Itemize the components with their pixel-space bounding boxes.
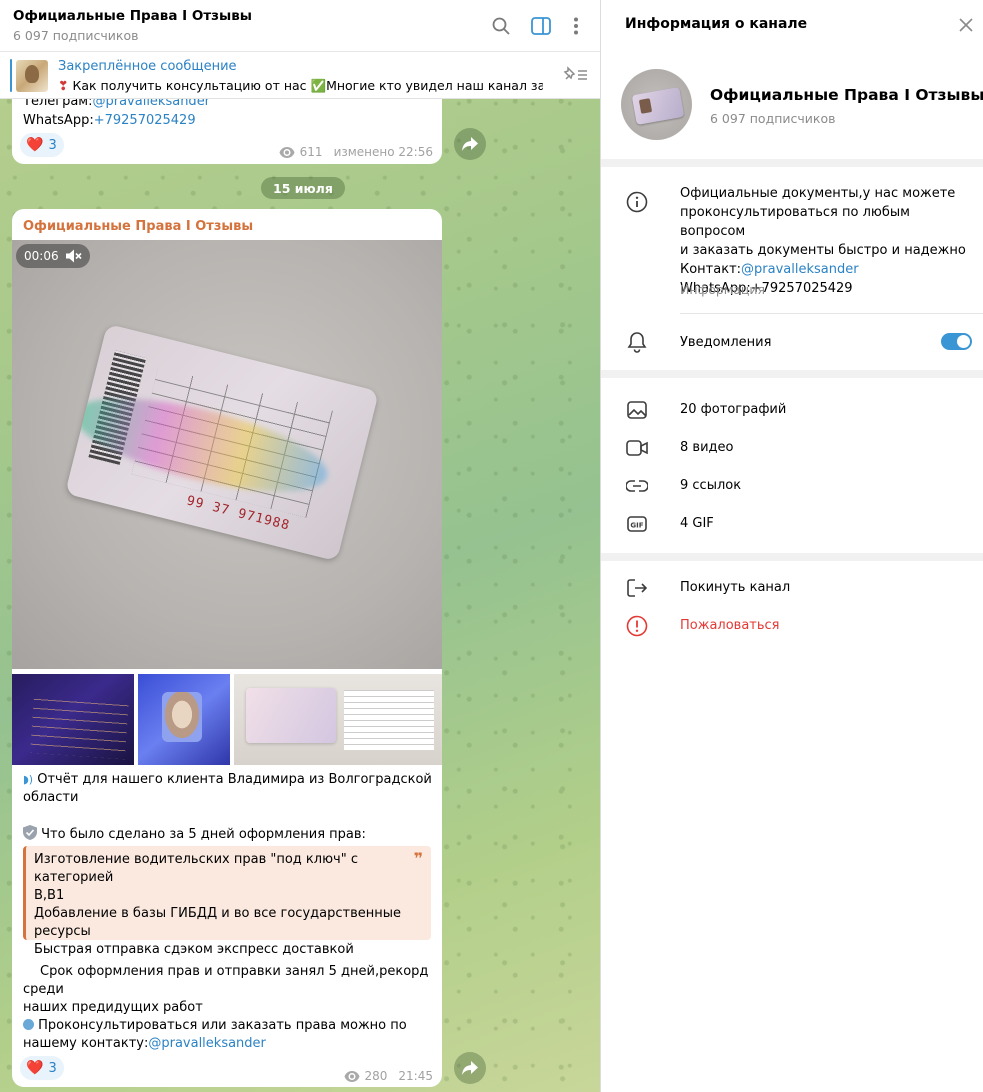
pinned-indicator — [10, 59, 12, 92]
gif-icon: GIF — [625, 512, 649, 536]
media-gifs[interactable]: 4 GIF — [680, 516, 714, 531]
quote-line: Добавление в базы ГИБДД и во все государ… — [34, 906, 401, 921]
forward-arrow-icon — [462, 1061, 478, 1075]
message-bubble[interactable]: Официальные Права I Отзывы 99 37 971988 … — [12, 209, 442, 1087]
views-eye-icon — [279, 146, 295, 158]
photo-thumbnail[interactable] — [12, 674, 134, 765]
phone-link[interactable]: +79257025429 — [94, 113, 196, 128]
views-count: 280 — [364, 1069, 388, 1083]
forward-arrow-icon — [462, 137, 478, 151]
svg-text:GIF: GIF — [630, 522, 643, 530]
sidebar-toggle-icon[interactable] — [529, 14, 553, 38]
pinned-message-bar[interactable]: Закреплённое сообщение ❣ Как получить ко… — [0, 52, 600, 99]
channel-info-panel: Информация о канале Официальные Права I … — [600, 0, 983, 1092]
description-caption: Информация — [680, 282, 766, 297]
chat-title[interactable]: Официальные Права I Отзывы — [13, 8, 252, 24]
video-duration: 00:06 — [24, 249, 59, 263]
contact-link[interactable]: @pravalleksander — [741, 262, 859, 277]
video-duration-badge[interactable]: 00:06 — [16, 244, 90, 268]
channel-description[interactable]: Официальные документы,у нас можете проко… — [680, 184, 970, 298]
message-time: 21:45 — [398, 1069, 433, 1083]
sound-wave-icon: ◗) — [23, 773, 34, 786]
channel-avatar[interactable] — [621, 69, 692, 140]
report-channel-button[interactable]: Пожаловаться — [680, 618, 780, 633]
link-icon — [625, 474, 649, 498]
pinned-list-icon[interactable] — [562, 65, 588, 87]
license-card-image: 99 37 971988 — [64, 323, 380, 562]
message-paragraph: Срок оформления прав и отправки занял 5 … — [23, 964, 429, 1015]
pin-emoji-icon: ❣ — [58, 78, 69, 93]
sender-name[interactable]: Официальные Права I Отзывы — [23, 219, 253, 234]
photo-icon — [625, 398, 649, 422]
panel-title: Информация о канале — [625, 16, 808, 32]
photo-thumbnail[interactable] — [138, 674, 230, 765]
reaction-count: 3 — [48, 137, 57, 153]
chat-header[interactable]: Официальные Права I Отзывы 6 097 подписч… — [0, 0, 600, 52]
views-count: 611 — [299, 145, 323, 159]
leave-channel-button[interactable]: Покинуть канал — [680, 580, 790, 595]
quote-mark-icon: ❞ — [413, 849, 423, 868]
subscriber-count: 6 097 подписчиков — [13, 28, 139, 43]
media-videos[interactable]: 8 видео — [680, 440, 733, 455]
leave-icon — [625, 576, 649, 600]
pinned-thumbnail — [16, 60, 48, 92]
heart-icon: ❤️ — [26, 137, 44, 153]
views-eye-icon — [344, 1070, 359, 1082]
quote-line: Изготовление водительских прав "под ключ… — [34, 852, 358, 885]
notifications-label: Уведомления — [680, 335, 772, 350]
username-link[interactable]: @pravalleksander — [148, 1036, 266, 1051]
message-meta: 280 21:45 — [344, 1069, 433, 1083]
pinned-text: ❣ Как получить консультацию от нас ✅Мног… — [58, 78, 543, 93]
channel-name: Официальные Права I Отзывы — [710, 86, 983, 104]
report-icon — [625, 614, 649, 638]
pinned-title: Закреплённое сообщение — [58, 59, 237, 74]
chat-area: Телеграм:@pravalleksander WhatsApp:+7925… — [0, 0, 600, 1092]
video-preview[interactable]: 99 37 971988 — [12, 240, 442, 669]
quote-line: B,B1 — [34, 888, 65, 903]
shared-media-section: 20 фотографий 8 видео 9 ссылок GIF 4 GIF — [601, 378, 983, 553]
media-links[interactable]: 9 ссылок — [680, 478, 741, 493]
message-paragraph: Что было сделано за 5 дней оформления пр… — [23, 825, 366, 844]
section-divider — [601, 159, 983, 167]
reaction-count: 3 — [48, 1060, 57, 1076]
more-vertical-icon[interactable] — [564, 14, 588, 38]
photo-thumbnail[interactable] — [234, 674, 442, 765]
edited-time: изменено 22:56 — [333, 145, 433, 159]
search-icon[interactable] — [489, 14, 513, 38]
message-paragraph: ◗) Отчёт для нашего клиента Владимира из… — [23, 772, 432, 805]
actions-section: Покинуть канал Пожаловаться — [601, 561, 983, 1092]
muted-speaker-icon[interactable] — [65, 249, 82, 263]
info-circle-icon — [625, 190, 649, 214]
date-separator: 15 июля — [261, 177, 345, 199]
info-dot-icon — [23, 1019, 34, 1030]
message-meta: 611 изменено 22:56 — [279, 145, 433, 159]
heart-icon: ❤️ — [26, 1060, 44, 1076]
shield-check-icon — [23, 825, 37, 840]
notifications-toggle[interactable] — [941, 333, 972, 350]
close-icon[interactable] — [958, 17, 974, 37]
channel-subscribers: 6 097 подписчиков — [710, 111, 836, 126]
video-icon — [625, 436, 649, 460]
forward-button[interactable] — [454, 128, 486, 160]
media-photos[interactable]: 20 фотографий — [680, 402, 786, 417]
forward-button[interactable] — [454, 1052, 486, 1084]
blockquote: Изготовление водительских прав "под ключ… — [23, 846, 431, 957]
bell-icon — [625, 330, 649, 354]
row-divider — [680, 313, 983, 314]
heart-reaction[interactable]: ❤️ 3 — [20, 133, 64, 157]
quote-line: ресурсы — [34, 924, 91, 939]
info-main-section: Информация о канале Официальные Права I … — [601, 0, 983, 370]
quote-line: Быстрая отправка сдэком экспресс доставк… — [34, 942, 354, 957]
message-paragraph: Проконсультироваться или заказать права … — [23, 1018, 407, 1051]
heart-reaction[interactable]: ❤️ 3 — [20, 1056, 64, 1080]
message-line: WhatsApp:+79257025429 — [23, 113, 196, 128]
